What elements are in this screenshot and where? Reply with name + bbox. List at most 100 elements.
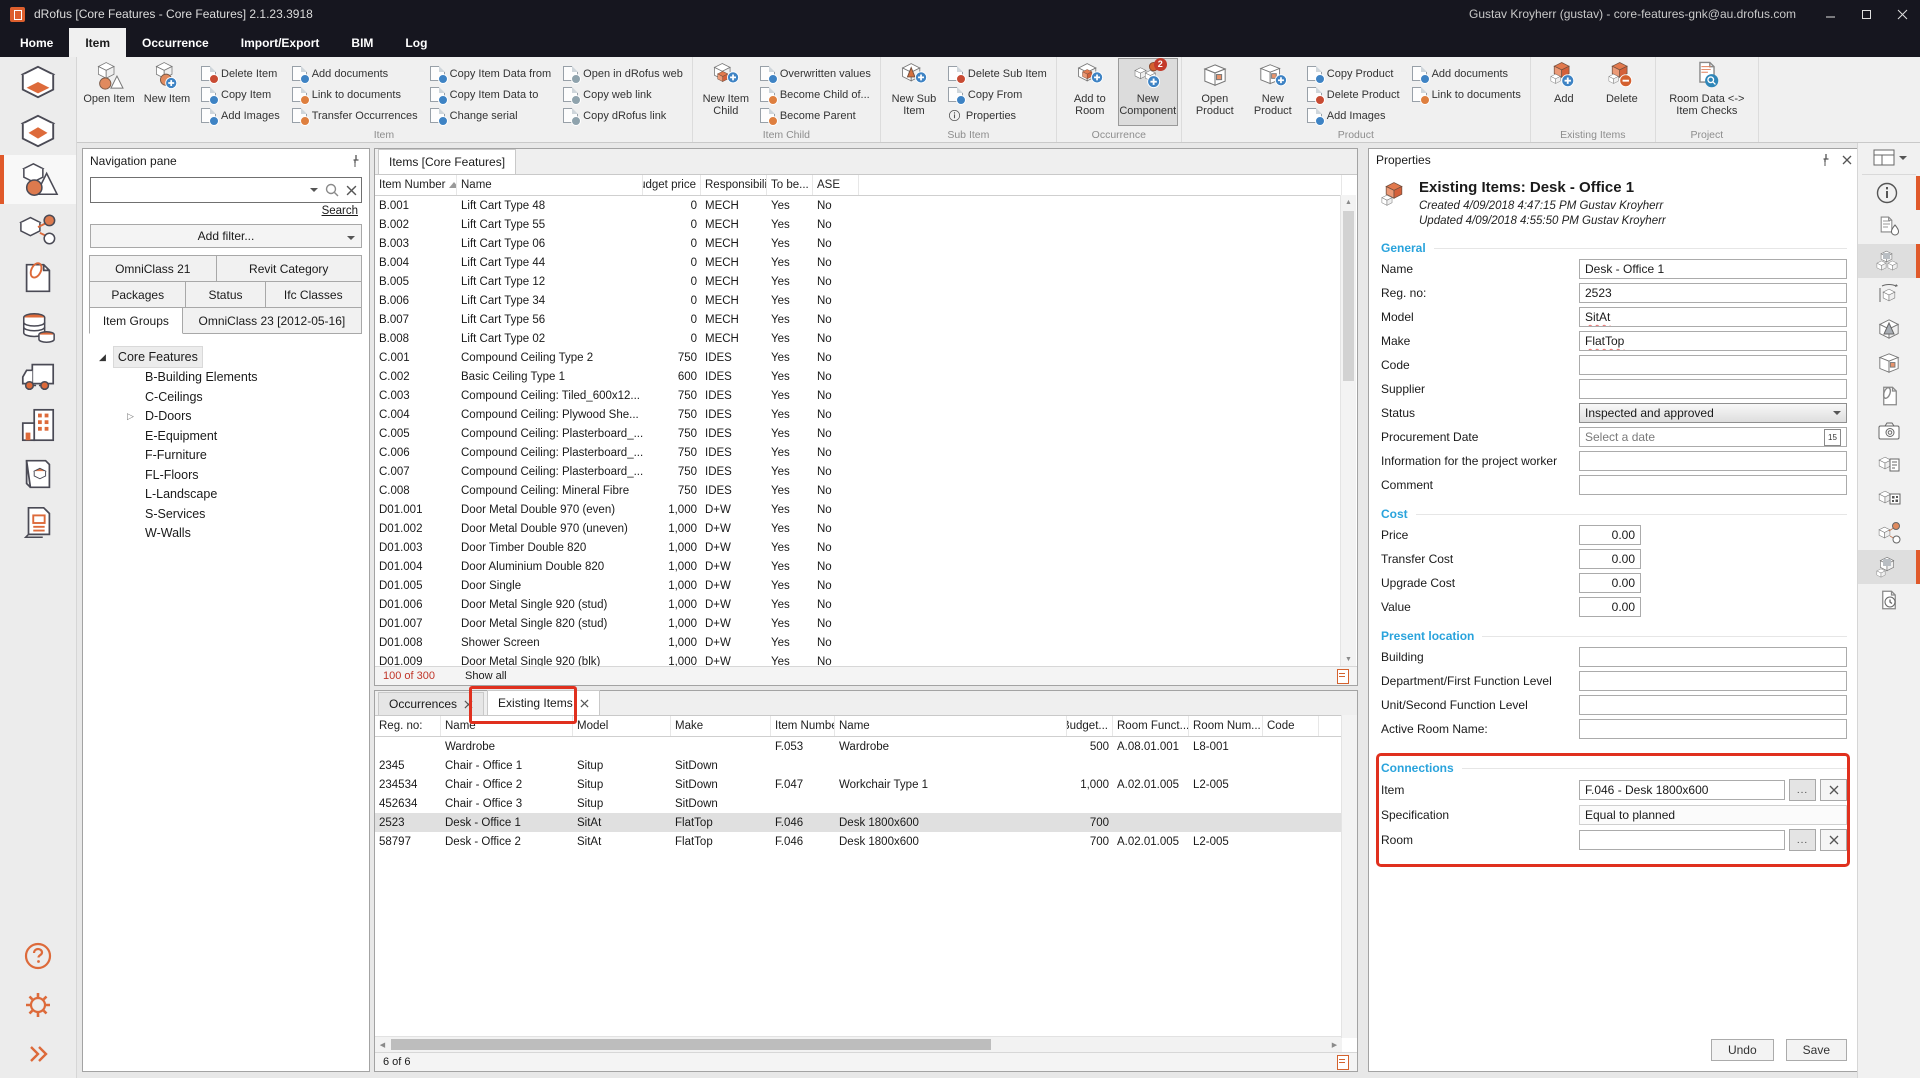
tool-occurrences[interactable] bbox=[1858, 516, 1920, 550]
tab-item[interactable]: Item bbox=[69, 28, 126, 57]
tool-bim-objects[interactable] bbox=[1858, 278, 1920, 312]
status-select[interactable]: Inspected and approved bbox=[1579, 403, 1847, 423]
minimize-button[interactable] bbox=[1812, 0, 1848, 28]
col-code[interactable]: Code bbox=[1263, 716, 1319, 736]
tree-root[interactable]: ◢ Core Features bbox=[87, 346, 365, 368]
item-row[interactable]: B.002Lift Cart Type 550 MECHYesNo bbox=[375, 215, 1342, 234]
col-ase[interactable]: ASE bbox=[813, 175, 859, 195]
open-in-drofus-web-button[interactable]: Open in dRofus web bbox=[558, 63, 688, 84]
scroll-thumb[interactable] bbox=[391, 1039, 991, 1050]
existing-delete-button[interactable]: Delete bbox=[1593, 59, 1651, 125]
existing-item-row[interactable]: 58797Desk - Office 2SitAtFlatTop F.046De… bbox=[375, 832, 1342, 851]
tree-item[interactable]: FL-Floors bbox=[87, 466, 365, 486]
col-name[interactable]: Name bbox=[441, 716, 573, 736]
item-row[interactable]: B.003Lift Cart Type 060 MECHYesNo bbox=[375, 234, 1342, 253]
comment-field[interactable] bbox=[1579, 475, 1847, 495]
tree-item[interactable]: W-Walls bbox=[87, 524, 365, 544]
scroll-down-icon[interactable]: ▼ bbox=[1341, 652, 1356, 666]
item-row[interactable]: C.001Compound Ceiling Type 2750 IDESYesN… bbox=[375, 348, 1342, 367]
sidebar-item-rooms[interactable] bbox=[0, 57, 76, 106]
nav-tab-revit-category[interactable]: Revit Category bbox=[216, 255, 362, 282]
existing-item-row[interactable]: 234534Chair - Office 2SitupSitDown F.047… bbox=[375, 775, 1342, 794]
item-row[interactable]: D01.005Door Single1,000 D+WYesNo bbox=[375, 576, 1342, 595]
tool-specification[interactable] bbox=[1858, 210, 1920, 244]
make-field[interactable]: FlatTop bbox=[1579, 331, 1847, 351]
tool-log[interactable] bbox=[1858, 584, 1920, 618]
link-to-documents-button[interactable]: Link to documents bbox=[287, 84, 423, 105]
existing-vertical-scrollbar[interactable] bbox=[1341, 715, 1357, 1038]
tool-products[interactable] bbox=[1858, 244, 1920, 278]
nav-tab-packages[interactable]: Packages bbox=[89, 281, 186, 308]
search-input[interactable] bbox=[91, 182, 304, 198]
nav-tab-status[interactable]: Status bbox=[185, 281, 265, 308]
room-data-item-checks-button[interactable]: Room Data <-> Item Checks bbox=[1660, 59, 1754, 125]
col-budget-price[interactable]: Budget price bbox=[643, 175, 701, 195]
tool-classification[interactable] bbox=[1858, 448, 1920, 482]
open-item-button[interactable]: Open Item bbox=[80, 59, 138, 125]
item-row[interactable]: D01.002Door Metal Double 970 (uneven)1,0… bbox=[375, 519, 1342, 538]
add-images-button[interactable]: Add Images bbox=[196, 105, 285, 126]
name-field[interactable]: Desk - Office 1 bbox=[1579, 259, 1847, 279]
properties-button[interactable]: Properties bbox=[943, 105, 1052, 126]
expand-sidebar-button[interactable] bbox=[0, 1029, 76, 1078]
nav-tab-item-groups[interactable]: Item Groups bbox=[89, 307, 183, 334]
close-tab-icon[interactable] bbox=[464, 700, 473, 709]
item-row[interactable]: D01.006Door Metal Single 920 (stud)1,000… bbox=[375, 595, 1342, 614]
tree-item[interactable]: D-Doors bbox=[87, 407, 365, 427]
col-room-function[interactable]: Room Funct... bbox=[1113, 716, 1189, 736]
close-tab-icon[interactable] bbox=[580, 699, 589, 708]
col-name[interactable]: Name bbox=[457, 175, 643, 195]
item-row[interactable]: B.005Lift Cart Type 120 MECHYesNo bbox=[375, 272, 1342, 291]
transfer-occurrences-button[interactable]: Transfer Occurrences bbox=[287, 105, 423, 126]
item-row[interactable]: C.008Compound Ceiling: Mineral Fibre750 … bbox=[375, 481, 1342, 500]
existing-add-button[interactable]: Add bbox=[1535, 59, 1593, 125]
new-sub-item-button[interactable]: New Sub Item bbox=[885, 59, 943, 125]
item-row[interactable]: D01.009Door Metal Single 920 (blk)1,000 … bbox=[375, 652, 1342, 666]
present-location-field[interactable] bbox=[1579, 695, 1847, 715]
close-button[interactable] bbox=[1884, 0, 1920, 28]
sidebar-item-logistics[interactable] bbox=[0, 351, 76, 400]
add-documents-button[interactable]: Add documents bbox=[287, 63, 423, 84]
sidebar-item-room-data[interactable] bbox=[0, 106, 76, 155]
tree-item[interactable]: E-Equipment bbox=[87, 427, 365, 447]
scroll-right-icon[interactable]: ▶ bbox=[1327, 1037, 1342, 1052]
item-row[interactable]: C.005Compound Ceiling: Plasterboard_...7… bbox=[375, 424, 1342, 443]
tab-home[interactable]: Home bbox=[4, 28, 69, 57]
item-row[interactable]: D01.007Door Metal Single 820 (stud)1,000… bbox=[375, 614, 1342, 633]
become-child-of-button[interactable]: Become Child of... bbox=[755, 84, 876, 105]
tool-existing-items[interactable] bbox=[1858, 550, 1920, 584]
item-row[interactable]: C.004Compound Ceiling: Plywood She...750… bbox=[375, 405, 1342, 424]
clear-item-button[interactable] bbox=[1820, 779, 1847, 801]
tool-barcodes[interactable] bbox=[1858, 482, 1920, 516]
delete-product-button[interactable]: Delete Product bbox=[1302, 84, 1405, 105]
tree-expander-icon[interactable]: ◢ bbox=[99, 347, 106, 367]
scroll-up-icon[interactable]: ▲ bbox=[1341, 195, 1356, 209]
item-row[interactable]: D01.003Door Timber Double 8201,000 D+WYe… bbox=[375, 538, 1342, 557]
horizontal-scrollbar[interactable]: ◀ ▶ bbox=[375, 1036, 1342, 1052]
tool-attachments[interactable] bbox=[1858, 380, 1920, 414]
scroll-left-icon[interactable]: ◀ bbox=[375, 1037, 390, 1052]
copy-from-button[interactable]: Copy From bbox=[943, 84, 1052, 105]
item-row[interactable]: B.006Lift Cart Type 340 MECHYesNo bbox=[375, 291, 1342, 310]
sidebar-item-finance[interactable] bbox=[0, 302, 76, 351]
add-filter-dropdown[interactable]: Add filter... bbox=[90, 224, 362, 248]
open-product-button[interactable]: Open Product bbox=[1186, 59, 1244, 125]
search-icon[interactable] bbox=[324, 182, 340, 198]
sidebar-item-documents[interactable] bbox=[0, 253, 76, 302]
col-reg-no[interactable]: Reg. no: bbox=[375, 716, 441, 736]
cost-field[interactable]: 0.00 bbox=[1579, 573, 1641, 593]
delete-sub-item-button[interactable]: Delete Sub Item bbox=[943, 63, 1052, 84]
help-button[interactable] bbox=[0, 931, 76, 980]
new-component-button[interactable]: 2 New Component bbox=[1119, 59, 1177, 125]
existing-items-tab[interactable]: Existing Items bbox=[487, 690, 600, 715]
occurrences-tab[interactable]: Occurrences bbox=[378, 692, 484, 715]
sidebar-item-occurrences[interactable] bbox=[0, 204, 76, 253]
item-row[interactable]: C.002Basic Ceiling Type 1600 IDESYesNo bbox=[375, 367, 1342, 386]
col-model[interactable]: Model bbox=[573, 716, 671, 736]
tab-log[interactable]: Log bbox=[389, 28, 443, 57]
pin-icon[interactable] bbox=[348, 154, 362, 168]
nav-tab-omniclass21[interactable]: OmniClass 21 bbox=[89, 255, 217, 282]
tree-item[interactable]: F-Furniture bbox=[87, 446, 365, 466]
clear-search-icon[interactable] bbox=[346, 185, 357, 196]
item-row[interactable]: D01.004Door Aluminium Double 8201,000 D+… bbox=[375, 557, 1342, 576]
